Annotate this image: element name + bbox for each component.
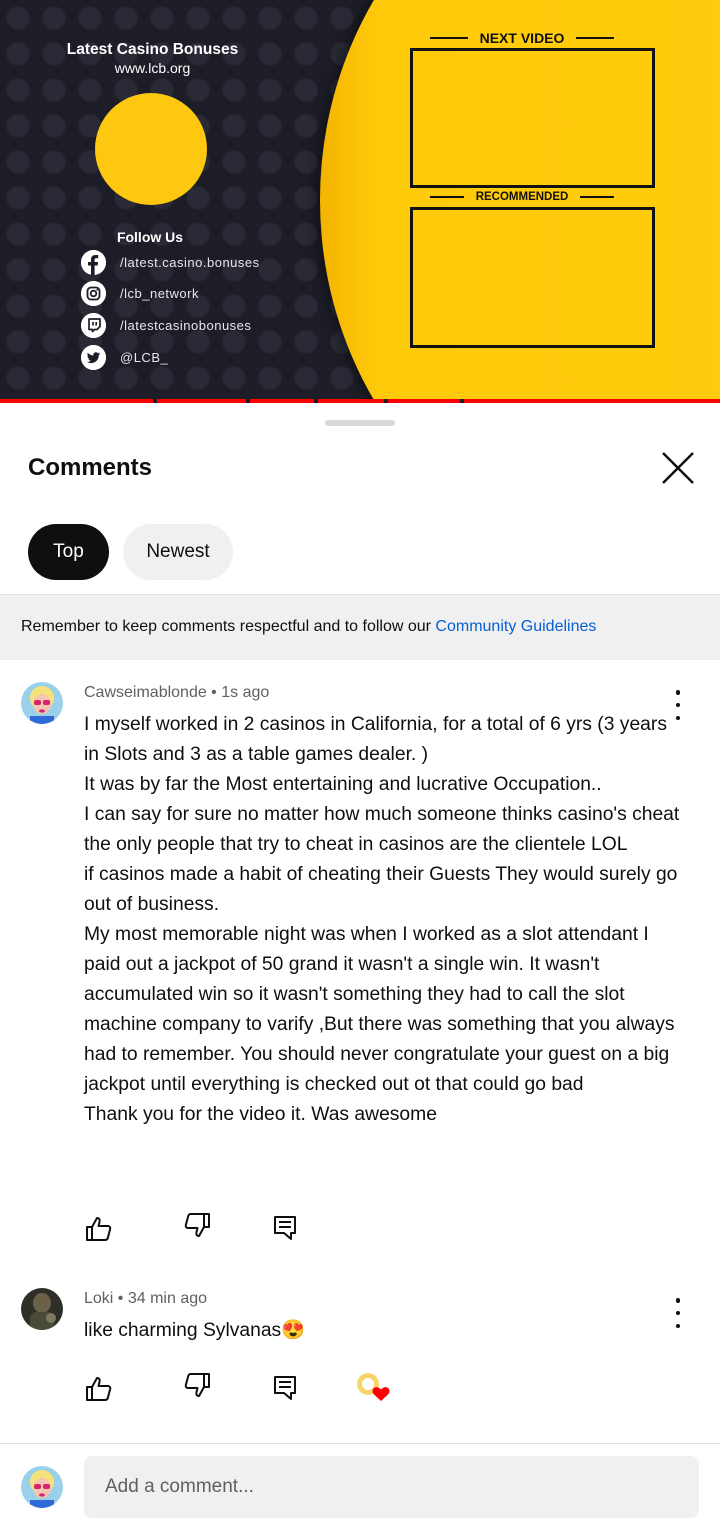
reply-button[interactable] xyxy=(270,1213,300,1243)
avatar[interactable] xyxy=(21,1288,63,1330)
like-button[interactable] xyxy=(84,1374,114,1404)
brand-title: Latest Casino Bonuses xyxy=(66,41,239,58)
sort-chip-top[interactable]: Top xyxy=(28,524,109,580)
dislike-button[interactable] xyxy=(182,1370,212,1400)
avatar xyxy=(21,1466,63,1508)
social-instagram[interactable]: /lcb_network xyxy=(81,281,199,306)
close-icon xyxy=(662,452,694,484)
thumbs-up-icon xyxy=(86,1377,112,1401)
reply-icon xyxy=(274,1216,296,1240)
social-facebook[interactable]: /latest.casino.bonuses xyxy=(81,250,260,275)
channel-logo-placeholder[interactable] xyxy=(95,93,207,205)
like-button[interactable] xyxy=(84,1214,114,1244)
sort-chip-newest[interactable]: Newest xyxy=(123,524,233,580)
close-button[interactable] xyxy=(658,448,698,488)
divider xyxy=(0,1443,720,1444)
video-player[interactable]: Latest Casino Bonuses www.lcb.org Follow… xyxy=(0,0,720,403)
social-twitch[interactable]: /latestcasinobonuses xyxy=(81,313,251,338)
social-handle: /latestcasinobonuses xyxy=(120,318,252,333)
follow-us-label: Follow Us xyxy=(116,229,184,245)
thumbs-up-icon xyxy=(86,1217,112,1241)
video-progress-bar[interactable] xyxy=(0,399,720,403)
twitch-icon xyxy=(81,313,106,338)
comments-title: Comments xyxy=(28,454,153,481)
comment-meta: Cawseimablonde • 1s ago xyxy=(84,684,270,701)
comment-meta: Loki • 34 min ago xyxy=(84,1290,208,1307)
comments-panel: Comments Top Newest Remember to keep com… xyxy=(0,404,720,1529)
next-video-slot[interactable] xyxy=(410,48,655,188)
community-guidelines-link[interactable]: Community Guidelines xyxy=(435,618,596,635)
recommended-video-slot[interactable] xyxy=(410,207,655,348)
recommended-label: RECOMMENDED xyxy=(430,191,615,203)
drag-handle[interactable] xyxy=(325,420,395,426)
facebook-icon xyxy=(81,250,106,275)
add-comment-input[interactable]: Add a comment... xyxy=(84,1456,699,1518)
next-video-label: NEXT VIDEO xyxy=(430,30,615,46)
social-handle: /latest.casino.bonuses xyxy=(120,255,260,270)
creator-heart-icon xyxy=(354,1370,394,1404)
social-handle: @LCB_ xyxy=(120,350,169,365)
social-handle: /lcb_network xyxy=(120,286,199,301)
twitter-icon xyxy=(81,345,106,370)
brand-site: www.lcb.org xyxy=(114,60,191,76)
notice-text: Remember to keep comments respectful and… xyxy=(21,618,436,635)
instagram-icon xyxy=(81,281,106,306)
social-twitter[interactable]: @LCB_ xyxy=(81,345,168,370)
dislike-button[interactable] xyxy=(182,1210,212,1240)
comment-text: I myself worked in 2 casinos in Californ… xyxy=(84,714,680,1125)
community-notice: Remember to keep comments respectful and… xyxy=(0,595,720,660)
thumbs-down-icon xyxy=(184,1373,210,1397)
comment-text: like charming Sylvanas😍 xyxy=(84,1320,306,1341)
thumbs-down-icon xyxy=(184,1213,210,1237)
reply-button[interactable] xyxy=(270,1373,300,1403)
reply-icon xyxy=(274,1376,296,1400)
avatar[interactable] xyxy=(21,682,63,724)
